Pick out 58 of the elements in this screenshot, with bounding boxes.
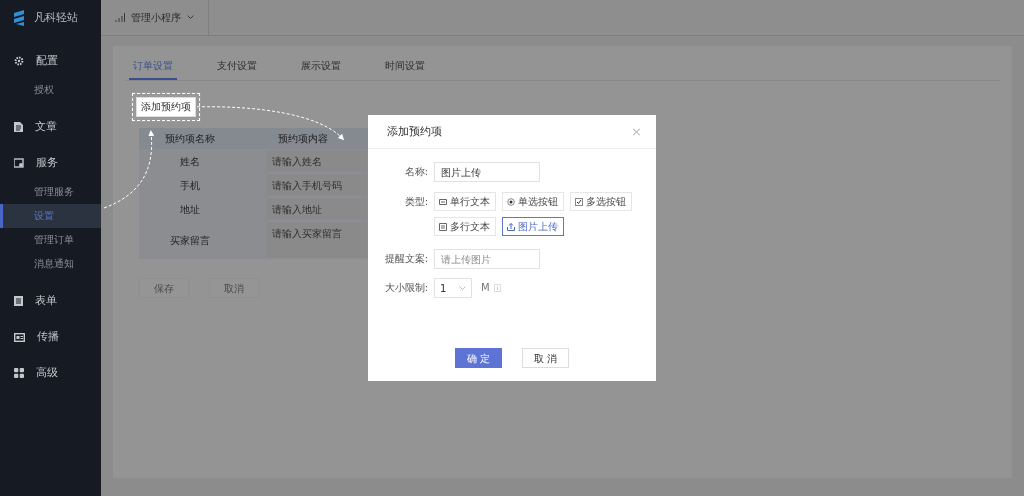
type-option[interactable]: 单选按钮 [502,192,564,211]
nav-icon [14,158,24,168]
field-label: 名称: [403,165,429,179]
tab[interactable]: 支付设置 [213,52,261,80]
confirm-button[interactable]: 确 定 [455,348,502,368]
brand-name: 凡科轻站 [34,9,78,26]
logo-icon [12,10,26,26]
nav-item[interactable]: 高级 [36,365,58,381]
nav-icon [14,56,24,66]
input-field[interactable]: 请输入姓名 [267,151,367,171]
nav-subitem[interactable]: 设置 [0,204,101,228]
unit-label: M [481,281,490,295]
field-name: 地址 [178,202,201,217]
nav-item[interactable]: 配置 [36,53,58,69]
nav-item[interactable]: 传播 [37,329,59,345]
type-option[interactable]: 单行文本 [434,192,496,211]
bar-chart-icon [115,13,125,22]
menu-dropdown[interactable]: 管理小程序 [101,0,209,36]
column-header: 预约项名称 [163,132,216,146]
caret-icon [187,15,194,20]
column-header: 预约项内容 [278,132,328,146]
upload-icon [507,221,515,232]
field-label: 大小限制: [383,281,429,295]
nav-item[interactable]: 表单 [35,293,57,309]
info-icon [493,284,501,292]
type-option[interactable]: 多行文本 [434,217,496,236]
field-label: 提醒文案: [383,252,429,266]
type-option[interactable]: 多选按钮 [570,192,632,211]
caret-icon [459,285,466,291]
nav-icon [14,122,23,132]
dialog-title: 添加预约项 [387,123,442,139]
text-area[interactable]: 请输入买家留言 [267,223,367,257]
nav-item[interactable]: 服务 [36,155,58,171]
input-field[interactable]: 请输入地址 [267,199,367,219]
nav-subitem[interactable]: 消息通知 [0,252,101,276]
field-name: 买家留言 [168,233,211,248]
tab[interactable]: 时间设置 [381,52,429,80]
cancel-button[interactable]: 取 消 [522,348,569,368]
type-option[interactable]: 图片上传 [502,217,564,236]
input-field[interactable]: 请上传图片 [434,249,540,269]
size-select[interactable]: 1 [434,278,472,298]
nav-item[interactable]: 文章 [35,119,57,135]
radio-icon [507,196,515,207]
nav-icon [14,296,23,306]
add-item-button[interactable]: 添加预约项 [136,97,196,117]
checkbox-icon [575,196,583,207]
nav-subitem[interactable]: 管理服务 [0,180,101,204]
field-label: 类型: [403,195,429,209]
nav-icon [14,332,25,342]
input-field[interactable]: 请输入手机号码 [267,175,367,195]
text-box-icon [439,221,447,232]
field-name: 姓名 [178,154,201,169]
nav-subitem[interactable]: 管理订单 [0,228,101,252]
nav-icon [14,368,24,378]
field-name: 手机 [178,178,201,193]
tab[interactable]: 展示设置 [297,52,345,80]
nav-subitem[interactable]: 授权 [0,78,101,102]
input-field[interactable]: 图片上传 [434,162,540,182]
